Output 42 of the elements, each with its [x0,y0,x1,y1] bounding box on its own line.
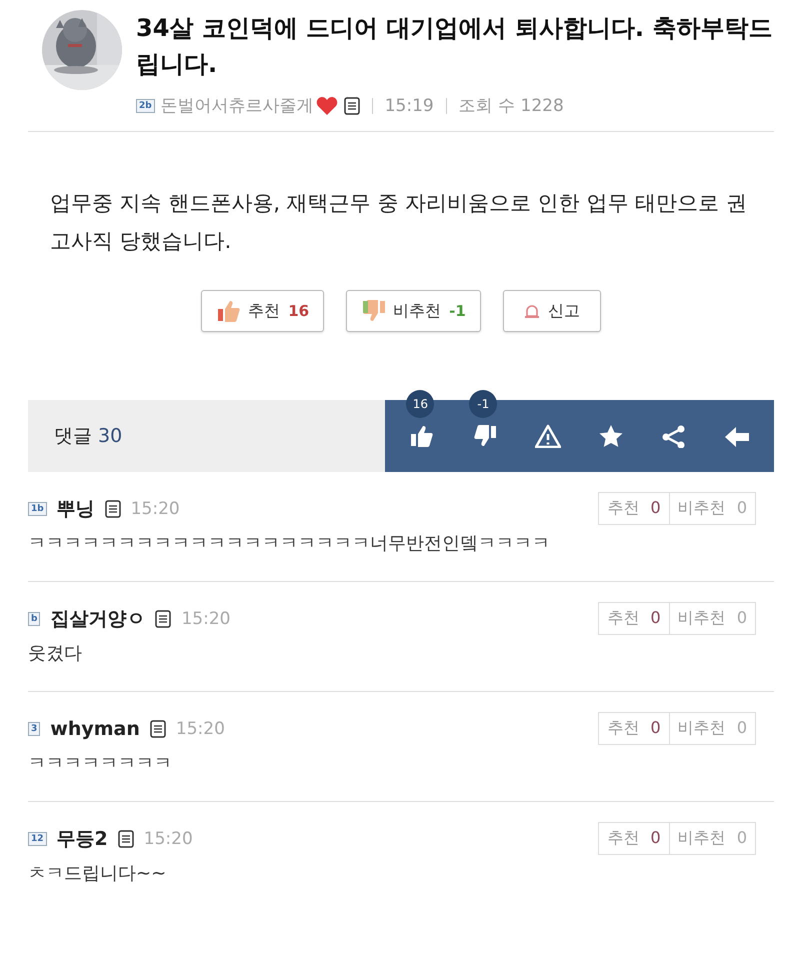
commenter-name[interactable]: whyman [50,718,140,740]
memo-icon[interactable] [344,96,360,114]
view-count: 조회 수 1228 [458,95,564,117]
count-badge: 16 [406,390,434,418]
memo-icon[interactable] [155,610,172,628]
thumbs-down-icon [361,299,386,323]
comment-text: ㅋㅋㅋㅋㅋㅋㅋㅋㅋㅋㅋㅋㅋㅋㅋㅋㅋㅋㅋ너무반전인뎈ㅋㅋㅋㅋ [28,532,551,555]
heart-icon [316,96,338,116]
thumbs-down-icon[interactable] [472,424,498,448]
memo-icon[interactable] [150,720,166,738]
memo-icon[interactable] [118,830,134,848]
comment-count: 댓글 30 [54,424,122,449]
recommend-button[interactable]: 추천 16 [201,290,324,332]
thumbs-up-icon[interactable] [409,424,436,448]
comment-time: 15:20 [176,718,225,738]
thumbs-up-icon [216,299,240,323]
warning-icon[interactable] [535,424,562,448]
post-title: 34살 코인덕에 드디어 대기업에서 퇴사합니다. 축하부탁드립니다. [136,13,774,80]
level-badge: 1b [28,502,47,516]
report-button[interactable]: 신고 [502,290,601,332]
level-badge: b [28,612,40,626]
share-icon[interactable] [660,424,687,448]
commenter-name[interactable]: 무등2 [56,826,108,852]
back-arrow-icon[interactable] [724,424,750,448]
post-time: 15:19 [384,96,434,116]
siren-icon [524,303,540,319]
level-badge: 2b [136,98,155,112]
commenter-name[interactable]: 집살거양ㅇ [50,606,146,632]
comment-time: 15:20 [181,608,230,628]
level-badge: 3 [28,722,40,736]
comment-time: 15:20 [144,828,193,848]
post-body: 업무중 지속 핸드폰사용, 재택근무 중 자리비움으로 인한 업무 태만으로 권고사직 당했습니다. [49,190,748,255]
star-icon[interactable] [598,424,624,448]
commenter-name[interactable]: 뿌닝 [56,496,95,522]
count-badge: -1 [469,390,498,418]
comment-text: ㅊㅋ드립니다~~ [28,862,168,885]
comment-time: 15:20 [130,498,180,518]
level-badge: 12 [28,832,47,846]
comment-text: 웃겼다 [28,642,83,665]
memo-icon[interactable] [104,500,121,518]
downvote-button[interactable]: 비추천 -1 [346,290,481,332]
comment-text: ㅋㅋㅋㅋㅋㅋㅋㅋ [28,752,173,775]
